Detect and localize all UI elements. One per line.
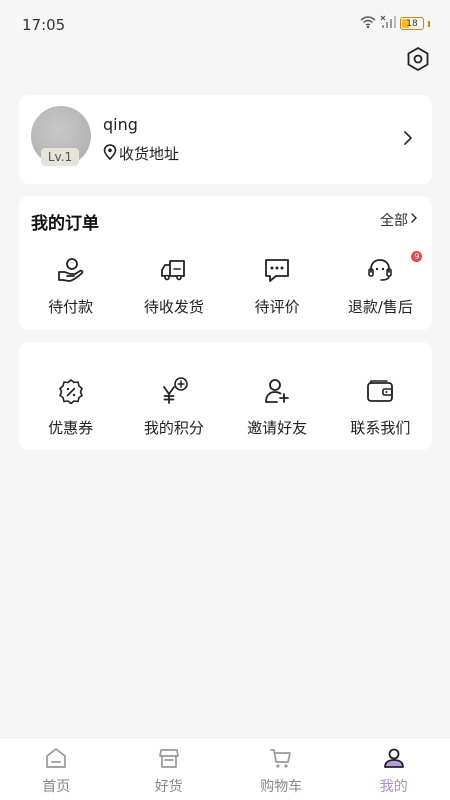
order-pending-shipping-label: 待收发货 — [143, 298, 204, 316]
tab-home-label: 首页 — [42, 779, 71, 795]
contact-wallet-icon — [364, 375, 396, 407]
status-icons: 18 — [360, 14, 430, 33]
order-pending-shipping[interactable]: 待收发货 — [122, 254, 225, 317]
home-icon — [44, 746, 68, 774]
tab-home[interactable]: 首页 — [0, 738, 113, 800]
coupon-entry[interactable]: 优惠券 — [19, 375, 122, 438]
address-label: 收货地址 — [119, 145, 180, 163]
address-link[interactable]: 收货地址 — [103, 143, 179, 164]
chevron-right-icon — [402, 129, 414, 151]
location-pin-icon — [103, 143, 117, 164]
contact-us-label: 联系我们 — [350, 419, 411, 437]
user-icon — [382, 746, 406, 774]
profile-card[interactable]: Lv.1 qing 收货地址 — [19, 95, 432, 184]
tab-mine[interactable]: 我的 — [338, 738, 450, 800]
battery-tip — [428, 20, 430, 27]
headset-icon — [364, 254, 396, 286]
signal-icon — [380, 14, 396, 33]
truck-icon — [158, 254, 190, 286]
refund-count-badge: 9 — [411, 251, 423, 262]
orders-title: 我的订单 — [31, 214, 99, 234]
store-icon — [157, 746, 181, 774]
orders-grid: 待付款 待收发货 待评价 9 退款/售后 — [19, 251, 432, 317]
level-badge: Lv.1 — [41, 148, 79, 166]
points-entry[interactable]: 我的积分 — [122, 375, 225, 438]
username: qing — [103, 115, 138, 134]
settings-button[interactable] — [403, 46, 433, 76]
order-pending-payment[interactable]: 待付款 — [19, 254, 122, 317]
order-pending-payment-label: 待付款 — [48, 298, 94, 316]
bottom-tab-bar: 首页 好货 购物车 我的 — [0, 737, 450, 800]
points-icon — [158, 375, 190, 407]
tab-mine-label: 我的 — [379, 779, 408, 795]
tools-card: 优惠券 我的积分 邀请好友 联系我们 — [19, 342, 432, 450]
tab-cart[interactable]: 购物车 — [225, 738, 338, 800]
orders-all-label: 全部 — [380, 213, 408, 229]
wallet-hand-icon — [55, 254, 87, 286]
wifi-icon — [360, 14, 376, 33]
invite-friend-label: 邀请好友 — [247, 419, 308, 437]
chat-bubble-icon — [261, 254, 293, 286]
coupon-icon — [55, 375, 87, 407]
order-refund-aftersale-label: 退款/售后 — [347, 298, 413, 316]
add-friend-icon — [261, 375, 293, 407]
orders-all-link[interactable]: 全部 — [380, 210, 418, 230]
points-label: 我的积分 — [143, 419, 204, 437]
chevron-right-icon — [410, 212, 418, 228]
hexagon-settings-icon — [405, 46, 431, 76]
tools-grid: 优惠券 我的积分 邀请好友 联系我们 — [19, 375, 432, 438]
order-refund-aftersale[interactable]: 9 退款/售后 — [329, 251, 432, 317]
order-pending-review-label: 待评价 — [254, 298, 300, 316]
tab-goods[interactable]: 好货 — [113, 738, 226, 800]
invite-friend-entry[interactable]: 邀请好友 — [226, 375, 329, 438]
tab-goods-label: 好货 — [154, 779, 183, 795]
tab-cart-label: 购物车 — [260, 779, 303, 795]
cart-icon — [269, 746, 293, 774]
coupon-label: 优惠券 — [48, 419, 94, 437]
status-bar: 17:05 18 — [0, 0, 450, 44]
order-pending-review[interactable]: 待评价 — [226, 254, 329, 317]
battery-icon: 18 — [400, 17, 424, 30]
orders-card: 我的订单 全部 待付款 待收发货 待评价 9 退款/售后 — [19, 196, 432, 330]
battery-level: 18 — [406, 18, 418, 29]
status-time: 17:05 — [22, 16, 66, 34]
contact-us-entry[interactable]: 联系我们 — [329, 375, 432, 438]
